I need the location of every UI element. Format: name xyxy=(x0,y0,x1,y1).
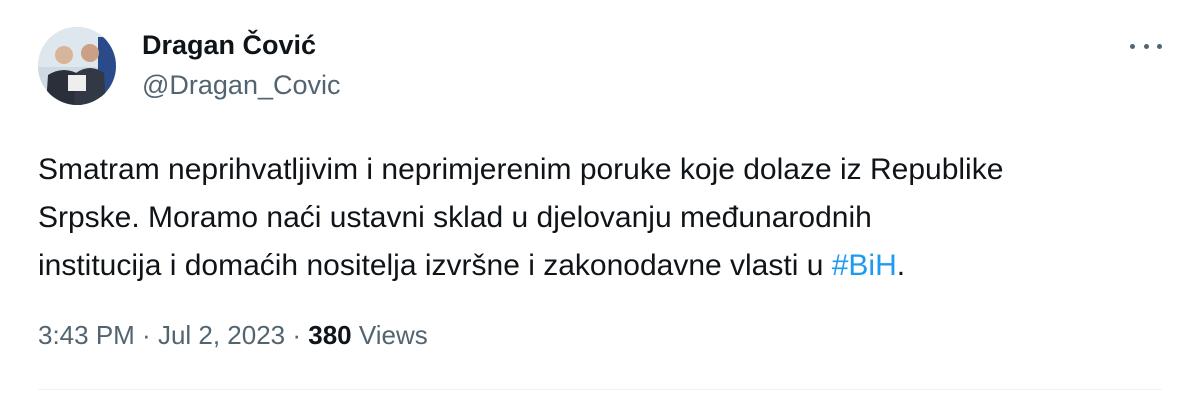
more-options-button[interactable] xyxy=(1130,36,1162,56)
more-horizontal-icon xyxy=(1130,43,1135,49)
avatar-photo-icon xyxy=(38,27,116,105)
tweet-date[interactable]: Jul 2, 2023 xyxy=(158,320,285,350)
avatar[interactable] xyxy=(38,27,116,105)
author-handle[interactable]: @Dragan_Covic xyxy=(142,68,341,102)
author-info: Dragan Čović @Dragan_Covic xyxy=(142,28,341,102)
author-display-name[interactable]: Dragan Čović xyxy=(142,28,341,62)
divider xyxy=(38,389,1162,390)
tweet-card: Dragan Čović @Dragan_Covic Smatram nepri… xyxy=(0,0,1200,403)
views-count: 380 xyxy=(308,320,352,350)
tweet-time[interactable]: 3:43 PM xyxy=(38,320,135,350)
tweet-meta: 3:43 PM · Jul 2, 2023 · 380 Views xyxy=(38,318,428,352)
meta-separator: · xyxy=(285,320,309,350)
hashtag-link[interactable]: #BiH xyxy=(832,249,897,282)
more-horizontal-icon-dot xyxy=(1157,43,1162,49)
meta-separator: · xyxy=(134,320,158,350)
tweet-text: Smatram neprihvatljivim i neprimjerenim … xyxy=(38,146,1168,290)
more-horizontal-icon-dot xyxy=(1143,43,1149,49)
tweet-text-end: . xyxy=(896,249,906,282)
views-label: Views xyxy=(351,320,428,350)
